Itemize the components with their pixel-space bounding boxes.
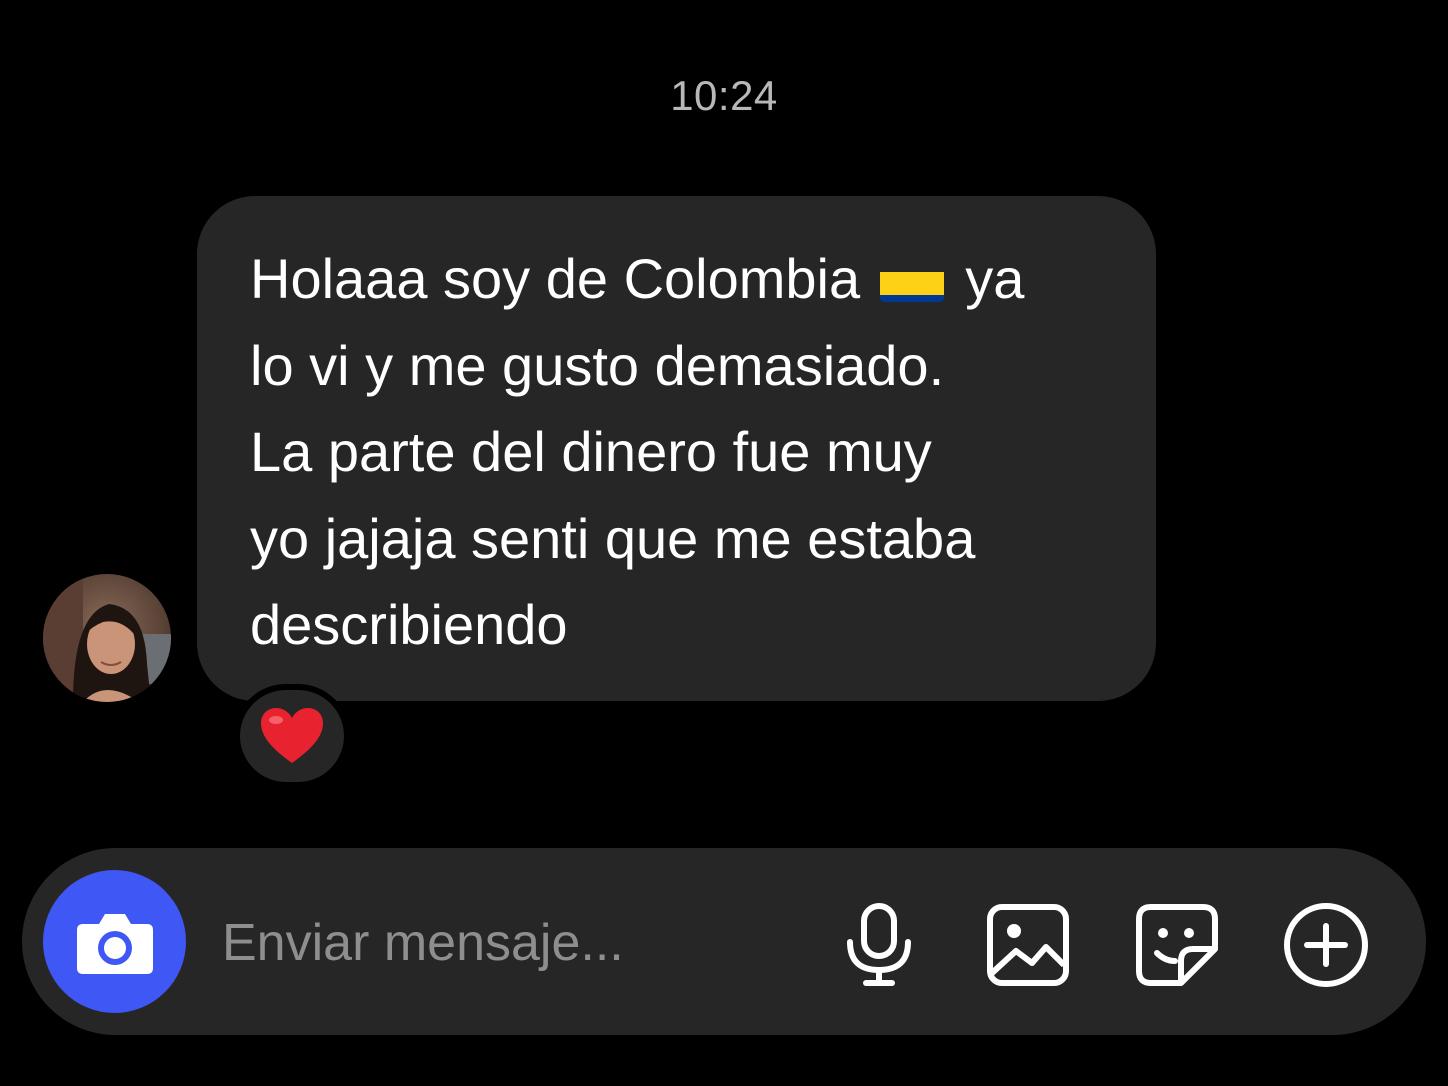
more-options-button[interactable] (1281, 900, 1371, 990)
message-line: describiendo (250, 593, 568, 656)
sticker-icon (1136, 904, 1218, 986)
sender-avatar[interactable] (43, 574, 171, 702)
microphone-icon (847, 903, 911, 986)
message-line: yo jajaja senti que me estaba (250, 506, 976, 570)
chat-screen: 10:24 Holaaa soy de Colombia ya lo vi y … (0, 0, 1448, 1086)
camera-button[interactable] (43, 870, 186, 1013)
heart-reaction[interactable] (234, 684, 350, 788)
message-line: La parte del dinero fue muy (250, 420, 932, 483)
message-timestamp: 10:24 (670, 72, 778, 119)
plus-icon (1284, 903, 1368, 987)
sticker-button[interactable] (1132, 900, 1222, 990)
avatar-photo (43, 574, 171, 702)
message-composer (22, 848, 1426, 1035)
received-message-bubble[interactable]: Holaaa soy de Colombia ya lo vi y me gus… (197, 196, 1156, 701)
camera-icon (76, 913, 153, 974)
message-line: lo vi y me gusto demasiado. (250, 333, 945, 397)
message-input[interactable] (222, 908, 802, 978)
microphone-button[interactable] (834, 900, 924, 990)
colombia-flag-emoji (879, 256, 944, 302)
image-icon (987, 904, 1069, 986)
message-line: Holaaa soy de Colombia ya (250, 236, 1096, 323)
heart-icon (261, 708, 323, 763)
gallery-button[interactable] (983, 900, 1073, 990)
